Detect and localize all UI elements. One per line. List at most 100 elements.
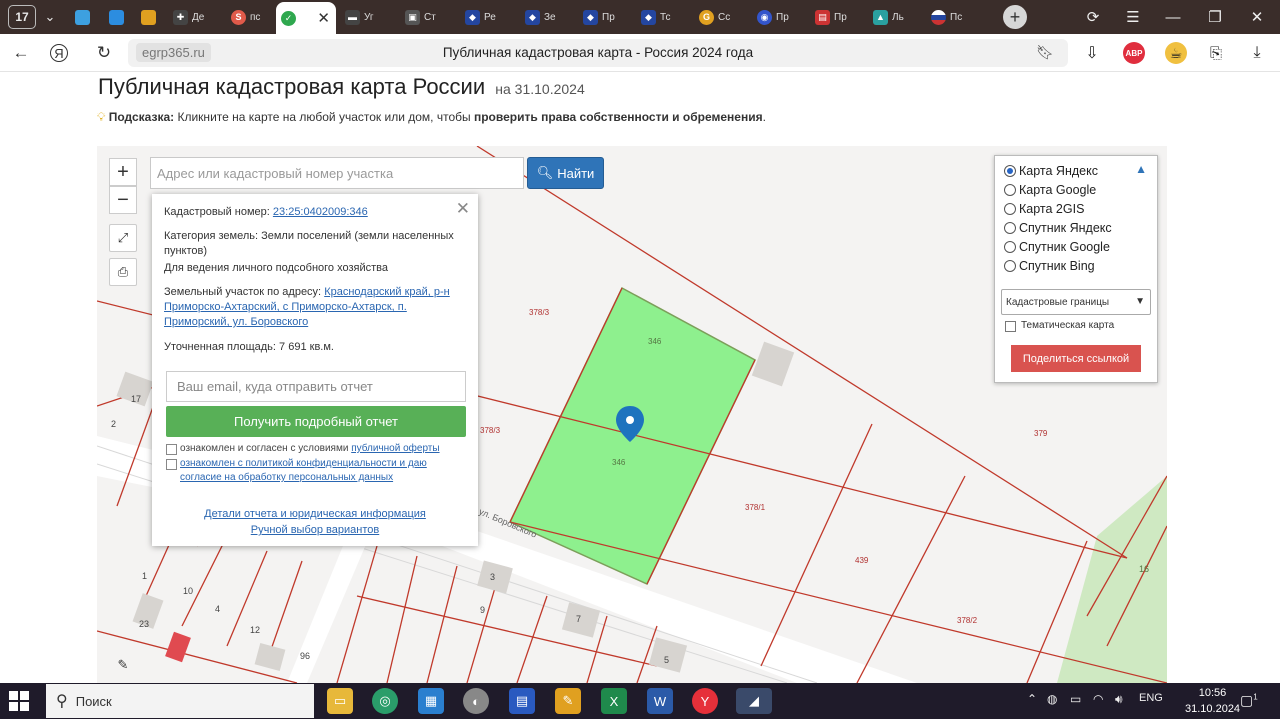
close-tab-icon[interactable]: ✕: [317, 9, 336, 27]
downloads-icon[interactable]: ⤓: [1246, 42, 1268, 64]
zoom-in-button[interactable]: +: [109, 158, 137, 186]
new-tab-button[interactable]: +: [1003, 5, 1027, 29]
minimize-icon[interactable]: —: [1158, 5, 1188, 29]
browser-tab[interactable]: ▬ Уг: [340, 4, 395, 30]
layer-label: Карта Google: [1019, 183, 1097, 197]
back-arrow-icon[interactable]: ←: [8, 42, 34, 64]
zoom-out-button[interactable]: −: [109, 186, 137, 214]
browser-tab[interactable]: ◆ Ре: [460, 4, 515, 30]
house-number: 7: [576, 614, 582, 624]
radio[interactable]: [1004, 260, 1016, 272]
land-use: Для ведения личного подсобного хозяйства: [164, 262, 388, 274]
page-title: Публичная кадастровая карта России на 31…: [98, 74, 585, 100]
share-link-button[interactable]: Поделиться ссылкой: [1011, 345, 1141, 372]
layer-2gis-map[interactable]: Карта 2GIS: [1004, 202, 1084, 216]
menu-icon[interactable]: ☰: [1118, 5, 1148, 29]
volume-icon[interactable]: 🔊︎: [1115, 692, 1123, 707]
public-offer-link[interactable]: публичной оферты: [351, 443, 439, 454]
clock[interactable]: 10:56 31.10.2024: [1185, 685, 1240, 717]
share-icon[interactable]: ⎘: [1205, 42, 1227, 64]
browser-tab[interactable]: ▣ Ст: [400, 4, 455, 30]
offer-consent-checkbox[interactable]: [166, 444, 177, 455]
radio[interactable]: [1004, 184, 1016, 196]
radio[interactable]: [1004, 241, 1016, 253]
browser-tab-active[interactable]: ✓ ✕: [276, 2, 336, 34]
windows-start-icon[interactable]: [9, 691, 29, 711]
restore-icon[interactable]: ❐: [1200, 5, 1230, 29]
privacy-policy-link[interactable]: ознакомлен с политикой конфиденциальност…: [180, 458, 427, 483]
extension-icon[interactable]: ☕: [1165, 42, 1187, 64]
browser-tab[interactable]: ◆ Тс: [636, 4, 691, 30]
chevron-up-icon[interactable]: ⌃: [1027, 692, 1037, 706]
hint-text: Кликните на карте на любой участок или д…: [174, 110, 474, 124]
layer-bing-satellite[interactable]: Спутник Bing: [1004, 259, 1095, 273]
reload-icon[interactable]: ↻: [91, 42, 117, 64]
browser-tab[interactable]: ◆ Пр: [578, 4, 633, 30]
tab-favicon: ▣: [405, 9, 420, 25]
print-icon[interactable]: ⎙: [109, 258, 137, 286]
browser-tab[interactable]: G Сс: [694, 4, 749, 30]
chevron-down-icon: ▼: [1135, 296, 1145, 307]
download-manager-icon[interactable]: ⇩: [1081, 42, 1103, 64]
network-icon[interactable]: ◍: [1047, 692, 1057, 706]
taskbar-search[interactable]: ⚲ Поиск: [46, 684, 314, 718]
search-input[interactable]: [150, 157, 524, 189]
report-details-link[interactable]: Детали отчета и юридическая информация: [152, 508, 478, 520]
get-report-button[interactable]: Получить подробный отчет: [166, 406, 466, 437]
app-icon[interactable]: ◢: [736, 688, 772, 714]
search-button[interactable]: 🔍︎ Найти: [527, 157, 604, 189]
radio-selected[interactable]: [1004, 165, 1016, 177]
browser-tab[interactable]: ◉ Пр: [752, 4, 807, 30]
layer-yandex-map[interactable]: Карта Яндекс: [1004, 164, 1098, 178]
excel-icon[interactable]: X: [601, 688, 627, 714]
tab-favicon: ◆: [465, 9, 480, 25]
layer-label: Спутник Яндекс: [1019, 221, 1112, 235]
layer-yandex-satellite[interactable]: Спутник Яндекс: [1004, 221, 1112, 235]
house-number: 17: [131, 394, 142, 404]
yandex-icon[interactable]: Я: [50, 44, 68, 62]
collections-icon[interactable]: ⟳: [1078, 5, 1108, 29]
browser-app-icon[interactable]: ◎: [372, 688, 398, 714]
radio[interactable]: [1004, 222, 1016, 234]
battery-icon[interactable]: ▭: [1070, 692, 1081, 706]
thematic-map-checkbox[interactable]: [1005, 321, 1016, 332]
map-layer-panel: ▲ Карта Яндекс Карта Google Карта 2GIS С…: [994, 155, 1158, 383]
url-field[interactable]: egrp365.ru Публичная кадастровая карта -…: [128, 39, 1068, 67]
browser-tab[interactable]: ▲ Ль: [868, 4, 923, 30]
tab-label: Ре: [484, 11, 496, 23]
measure-icon[interactable]: ⤢: [109, 224, 137, 252]
layer-google-satellite[interactable]: Спутник Google: [1004, 240, 1110, 254]
browser-tab[interactable]: ◆ Зе: [520, 4, 575, 30]
browser-tab[interactable]: Sпс: [226, 4, 281, 30]
close-window-icon[interactable]: ✕: [1242, 5, 1272, 29]
app-icon[interactable]: ◐: [463, 688, 489, 714]
yandex-browser-icon[interactable]: Y: [692, 688, 718, 714]
cadastral-number-link[interactable]: 23:25:0402009:346: [273, 206, 368, 218]
wifi-icon[interactable]: ◠: [1093, 692, 1103, 706]
file-explorer-icon[interactable]: ▭: [327, 688, 353, 714]
browser-tab[interactable]: ✚ Де: [168, 4, 223, 30]
tab-counter-button[interactable]: 17: [8, 5, 36, 29]
privacy-consent-checkbox[interactable]: [166, 459, 177, 470]
chevron-up-icon[interactable]: ▲: [1135, 162, 1147, 176]
radio[interactable]: [1004, 203, 1016, 215]
browser-tab[interactable]: ▤ Пр: [810, 4, 865, 30]
email-field[interactable]: [166, 371, 466, 402]
browser-tab[interactable]: Пс: [926, 4, 981, 30]
layer-google-map[interactable]: Карта Google: [1004, 183, 1096, 197]
notification-icon[interactable]: ▢1: [1240, 692, 1258, 709]
layer-label: Карта Яндекс: [1019, 164, 1098, 178]
pencil-app-icon[interactable]: ✎: [555, 688, 581, 714]
bookmark-icon[interactable]: 🔖︎: [1036, 44, 1054, 61]
word-icon[interactable]: W: [647, 688, 673, 714]
ruler-icon[interactable]: ✎: [109, 651, 137, 679]
chevron-down-icon[interactable]: ⌄: [40, 5, 60, 29]
adblock-icon[interactable]: ABP: [1123, 42, 1145, 64]
manual-selection-link[interactable]: Ручной выбор вариантов: [152, 524, 478, 536]
parcel-label: 379: [1034, 429, 1048, 438]
app-icon[interactable]: ▦: [418, 688, 444, 714]
language-indicator[interactable]: ENG: [1139, 692, 1163, 704]
overlay-select[interactable]: Кадастровые границы ▼: [1001, 289, 1151, 315]
save-app-icon[interactable]: ▤: [509, 688, 535, 714]
cadastral-map[interactable]: 378/3 346 346 378/3 379 378/1 439 378/2 …: [97, 146, 1167, 683]
